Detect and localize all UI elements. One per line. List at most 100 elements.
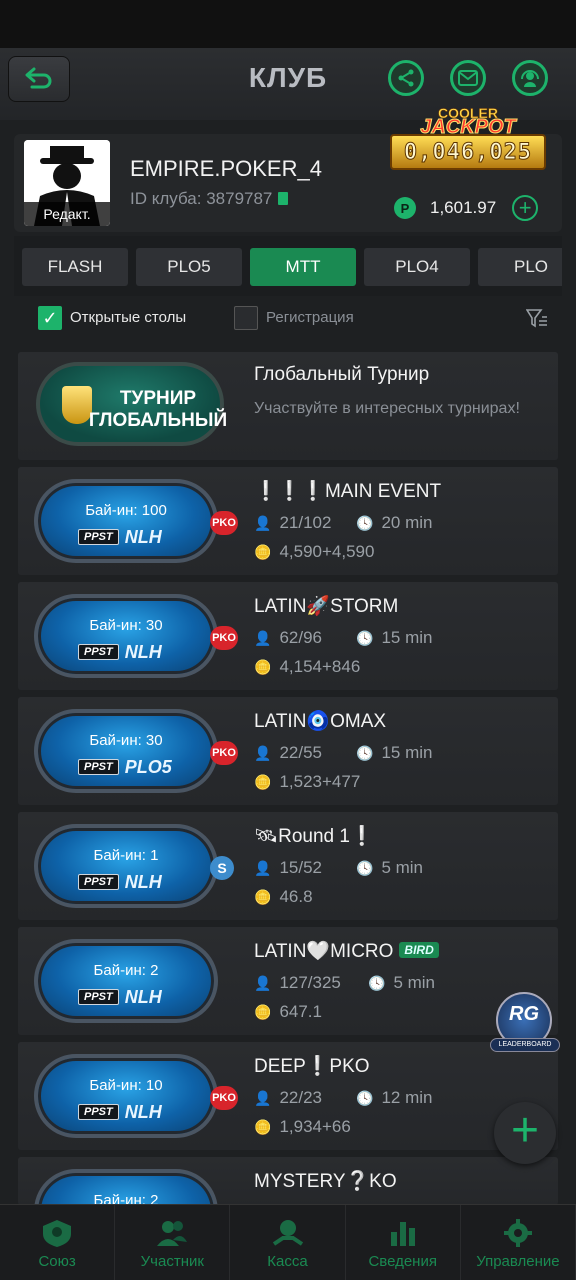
- players-value: 62/96: [279, 628, 322, 647]
- tournament-card[interactable]: Бай-ин: 30 PPST NLH PKO LATIN🚀STORM 👤 62/9…: [18, 582, 558, 690]
- buyin-label: Бай-ин: 30: [89, 732, 163, 749]
- prize-pool: 🪙 4,590+4,590: [254, 542, 374, 562]
- tab-plo[interactable]: PLO: [478, 248, 562, 286]
- leaderboard-label: LEADERBOARD: [490, 1038, 560, 1052]
- open-tables-checkbox[interactable]: ✓: [38, 306, 62, 330]
- ppst-label: PPST: [78, 759, 119, 775]
- person-icon: 👤: [254, 975, 272, 991]
- filter-icon[interactable]: [526, 308, 548, 330]
- buyin-label: Бай-ин: 2: [93, 962, 159, 979]
- registration-checkbox[interactable]: [234, 306, 258, 330]
- person-icon: 👤: [254, 515, 272, 531]
- players-count: 👤 22/55: [254, 743, 322, 763]
- tournament-title: DEEP❕PKO: [254, 1056, 370, 1077]
- blind-time: 🕓 12 min: [356, 1088, 432, 1108]
- person-icon: 👤: [254, 1090, 272, 1106]
- tournament-card[interactable]: Бай-ин: 2 PPST NLH LATIN🤍MICRO BIRD 👤 127/3…: [18, 927, 558, 1035]
- clock-icon: 🕓: [368, 975, 386, 991]
- buyin-label: Бай-ин: 30: [89, 617, 163, 634]
- buyin-label: Бай-ин: 1: [93, 847, 159, 864]
- tournament-title-text: LATIN🤍MICRO: [254, 941, 394, 962]
- global-tournament-logo: ТУРНИР ГЛОБАЛЬНЫЙ: [36, 362, 227, 446]
- tournament-title: MYSTERY❔KO: [254, 1171, 397, 1192]
- status-bar: [0, 0, 576, 48]
- jackpot-widget[interactable]: COOLER JACKPOT 0,046,025: [388, 106, 548, 174]
- ppst-label: PPST: [78, 644, 119, 660]
- tournament-card[interactable]: Бай-ин: 10 PPST NLH PKO DEEP❕PKO 👤 22/23 🕓…: [18, 1042, 558, 1150]
- global-logo-line1: ТУРНИР: [119, 388, 197, 409]
- chips-icon: 🪙: [254, 659, 272, 675]
- time-value: 5 min: [393, 973, 436, 992]
- tournament-card[interactable]: Бай-ин: 30 PPST PLO5 PKO LATIN🧿OMAX 👤 22/5…: [18, 697, 558, 805]
- prize-value: 647.1: [279, 1002, 322, 1021]
- players-count: 👤 62/96: [254, 628, 322, 648]
- club-avatar[interactable]: Редакт.: [24, 140, 110, 226]
- club-id: ID клуба: 3879787: [130, 189, 289, 209]
- registration-label: Регистрация: [266, 309, 354, 326]
- blind-time: 🕓 20 min: [356, 513, 432, 533]
- bottom-nav: Союз Участник Касса Сведения Управление: [0, 1204, 576, 1280]
- nav-union[interactable]: Союз: [0, 1205, 116, 1280]
- nav-label: Сведения: [368, 1253, 437, 1270]
- pko-badge: PKO: [210, 741, 238, 765]
- nav-info[interactable]: Сведения: [346, 1205, 461, 1280]
- club-info: Редакт. EMPIRE.POKER_4 ID клуба: 3879787…: [14, 106, 562, 232]
- nav-members[interactable]: Участник: [115, 1205, 231, 1280]
- prize-value: 1,523+477: [279, 772, 361, 791]
- blind-time: 🕓 15 min: [356, 628, 432, 648]
- time-value: 15 min: [381, 743, 433, 762]
- avatar-edit-label: Редакт.: [24, 202, 110, 226]
- mail-button[interactable]: [450, 60, 486, 96]
- tournament-card[interactable]: Бай-ин: 2 MYSTERY❔KO: [18, 1157, 558, 1205]
- clock-icon: 🕓: [356, 1090, 374, 1106]
- game-type: PLO5: [124, 756, 172, 777]
- person-icon: 👤: [254, 630, 272, 646]
- prize-value: 1,934+66: [279, 1117, 351, 1136]
- tab-mtt[interactable]: MTT: [250, 248, 356, 286]
- s-badge: S: [210, 856, 234, 880]
- bird-tag: BIRD: [399, 942, 439, 958]
- person-icon: 👤: [254, 860, 272, 876]
- prize-value: 4,590+4,590: [279, 542, 375, 561]
- club-id-text: ID клуба: 3879787: [130, 189, 273, 208]
- tournament-card[interactable]: Бай-ин: 100 PPST NLH PKO ❕❕❕MAIN EVENT 👤 2…: [18, 467, 558, 575]
- game-tabs: FLASH PLO5 MTT PLO4 PLO: [14, 236, 562, 296]
- add-balance-button[interactable]: +: [512, 195, 539, 221]
- buyin-table-icon: Бай-ин: 30 PPST NLH: [34, 594, 218, 678]
- prize-pool: 🪙 46.8: [254, 887, 313, 907]
- tournament-card[interactable]: Бай-ин: 1 PPST NLH S 🛰Round 1❕ 👤 15/52 🕓 5 …: [18, 812, 558, 920]
- buyin-table-icon: Бай-ин: 100 PPST NLH: [34, 479, 218, 563]
- nav-cashier[interactable]: Касса: [230, 1205, 346, 1280]
- share-button[interactable]: [388, 60, 424, 96]
- prize-pool: 🪙 1,934+66: [254, 1117, 351, 1137]
- game-type: NLH: [124, 871, 162, 892]
- game-type: NLH: [124, 526, 162, 547]
- union-icon: [40, 1217, 74, 1249]
- nav-label: Союз: [38, 1253, 76, 1270]
- club-name: EMPIRE.POKER_4: [130, 156, 322, 181]
- time-value: 12 min: [381, 1088, 433, 1107]
- copy-icon[interactable]: [278, 192, 289, 205]
- gear-icon: [501, 1217, 535, 1249]
- tournament-title: 🛰Round 1❕: [254, 826, 374, 847]
- clock-icon: 🕓: [356, 630, 374, 646]
- add-button[interactable]: +: [494, 1102, 556, 1164]
- tab-flash[interactable]: FLASH: [22, 248, 128, 286]
- tab-plo5[interactable]: PLO5: [136, 248, 242, 286]
- tab-plo4[interactable]: PLO4: [364, 248, 470, 286]
- ppst-label: PPST: [78, 1104, 119, 1120]
- support-button[interactable]: [512, 60, 548, 96]
- time-value: 15 min: [381, 628, 433, 647]
- nav-management[interactable]: Управление: [461, 1205, 576, 1280]
- leaderboard-button[interactable]: RG LEADERBOARD: [490, 992, 560, 1056]
- clock-icon: 🕓: [356, 860, 374, 876]
- chips-icon: 🪙: [254, 889, 272, 905]
- players-value: 15/52: [279, 858, 322, 877]
- support-icon: [521, 70, 539, 87]
- prize-pool: 🪙 1,523+477: [254, 772, 360, 792]
- global-tournament-card[interactable]: ТУРНИР ГЛОБАЛЬНЫЙ Глобальный Турнир Учас…: [18, 352, 558, 460]
- pko-badge: PKO: [210, 626, 238, 650]
- buyin-table-icon: Бай-ин: 2: [34, 1169, 218, 1205]
- buyin-table-icon: Бай-ин: 2 PPST NLH: [34, 939, 218, 1023]
- global-logo-text: ТУРНИР ГЛОБАЛЬНЫЙ: [88, 388, 228, 432]
